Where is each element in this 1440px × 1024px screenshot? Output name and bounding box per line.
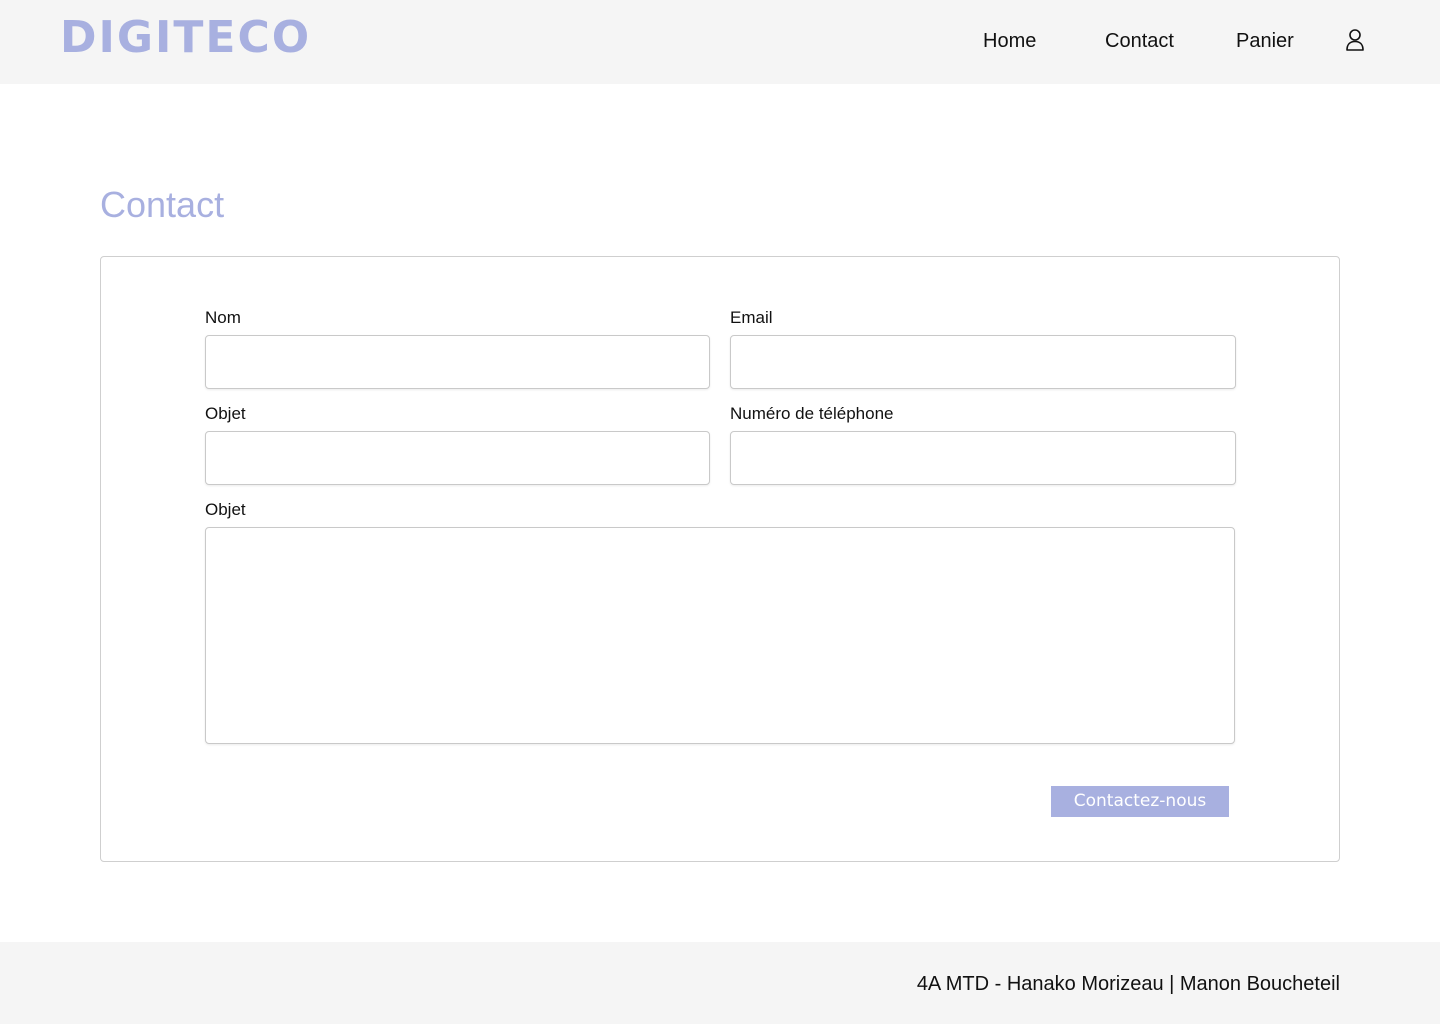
nav-contact-link[interactable]: Contact (1105, 29, 1174, 53)
email-input[interactable] (730, 335, 1236, 389)
objet-input[interactable] (205, 431, 710, 485)
site-footer: 4A MTD - Hanako Morizeau | Manon Bouchet… (0, 942, 1440, 1024)
nom-label: Nom (205, 308, 241, 327)
objet-label: Objet (205, 404, 246, 423)
footer-credits: 4A MTD - Hanako Morizeau | Manon Bouchet… (916, 973, 1340, 995)
nav-panier-link[interactable]: Panier (1236, 29, 1294, 53)
nav-home-link[interactable]: Home (983, 29, 1036, 53)
contactez-nous-button[interactable]: Contactez-nous (1051, 786, 1229, 817)
page-title: Contact (100, 184, 225, 225)
nom-input[interactable] (205, 335, 710, 389)
email-label: Email (730, 308, 773, 327)
telephone-input[interactable] (730, 431, 1236, 485)
message-label: Objet (205, 500, 246, 519)
message-textarea[interactable] (205, 527, 1235, 744)
contact-form: Nom Email Objet Numéro de téléphone Obje… (100, 256, 1340, 862)
digiteco-logo[interactable]: DIGITECO (60, 12, 311, 64)
site-header: DIGITECO Home Contact Panier (0, 0, 1440, 84)
user-icon[interactable] (1344, 28, 1366, 52)
telephone-label: Numéro de téléphone (730, 404, 894, 423)
